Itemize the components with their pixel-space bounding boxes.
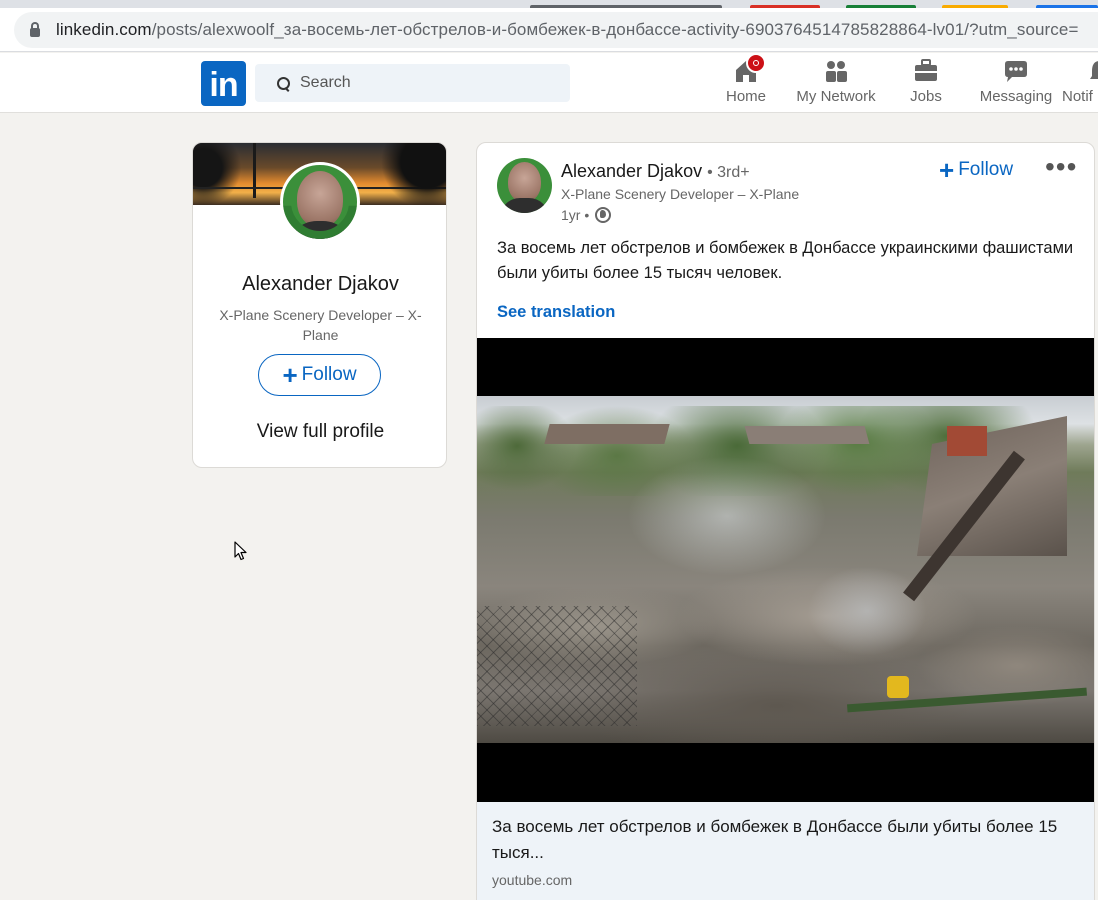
avatar-shirt [500, 198, 549, 213]
home-icon [732, 53, 766, 85]
scene-roof [544, 424, 670, 444]
cover-bridge-tower [253, 143, 256, 198]
nav-item-label: Messaging [979, 88, 1053, 105]
nav-item-my-network[interactable]: My Network [792, 57, 880, 109]
profile-name[interactable]: Alexander Djakov [193, 273, 446, 296]
nav-item-messaging[interactable]: Messaging [978, 57, 1054, 109]
nav-item-label: My Network [796, 88, 876, 105]
profile-follow-button[interactable]: + Follow [258, 354, 381, 396]
profile-headline: X-Plane Scenery Developer – X-Plane [219, 307, 422, 343]
scene-smoke [807, 566, 927, 656]
briefcase-icon [912, 57, 940, 85]
messaging-icon [1002, 57, 1030, 85]
follow-label: Follow [301, 364, 357, 385]
search-box[interactable] [255, 64, 570, 102]
thumbnail-image [477, 396, 1094, 743]
connection-degree: • 3rd+ [707, 164, 750, 181]
scene-bucket [887, 676, 909, 698]
view-full-profile-link[interactable]: View full profile [193, 421, 446, 443]
link-preview-title[interactable]: За восемь лет обстрелов и бомбежек в Дон… [492, 814, 1082, 866]
nav-item-jobs[interactable]: Jobs [903, 57, 949, 109]
plus-icon: + [939, 155, 955, 185]
video-thumbnail[interactable] [477, 338, 1094, 802]
url-path: /posts/alexwoolf_за-восемь-лет-обстрелов… [151, 20, 1079, 39]
post-timestamp: 1yr • [561, 207, 612, 223]
see-translation-link[interactable]: See translation [497, 303, 615, 322]
globe-icon [595, 207, 612, 223]
mouse-cursor-icon [234, 541, 247, 561]
post-text: За восемь лет обстрелов и бомбежек в Дон… [497, 239, 1074, 282]
cover-trees-right [378, 143, 446, 205]
plus-icon: + [282, 360, 298, 390]
more-options-icon[interactable]: ••• [1045, 153, 1077, 181]
scene-smoke [627, 456, 827, 576]
nav-item-label: Notif [1062, 88, 1093, 105]
profile-card: Alexander Djakov X-Plane Scenery Develop… [192, 142, 447, 468]
post-follow-button[interactable]: + Follow [939, 156, 1013, 184]
url-omnibox[interactable]: linkedin.com/posts/alexwoolf_за-восемь-л… [14, 12, 1098, 48]
search-input[interactable] [300, 74, 550, 92]
author-avatar[interactable] [497, 158, 552, 213]
lock-icon[interactable] [30, 22, 40, 37]
search-icon [277, 76, 290, 90]
top-nav: in Home My Network Jobs Messaging Notif [0, 53, 1098, 113]
notification-badge [746, 53, 766, 73]
nav-item-label: Home [725, 88, 766, 105]
post-age: 1yr • [561, 207, 590, 223]
follow-label: Follow [958, 159, 1014, 180]
network-icon [822, 57, 850, 85]
author-headline: X-Plane Scenery Developer – X-Plane [561, 186, 800, 202]
scene-brick [947, 426, 987, 456]
link-preview[interactable]: За восемь лет обстрелов и бомбежек в Дон… [477, 802, 1094, 900]
profile-avatar[interactable] [280, 162, 360, 242]
author-name-line[interactable]: Alexander Djakov • 3rd+ [561, 161, 750, 182]
avatar-face [508, 162, 541, 202]
nav-item-notifications[interactable]: Notif [1062, 57, 1098, 109]
author-name[interactable]: Alexander Djakov [561, 161, 702, 181]
linkedin-logo-icon[interactable]: in [201, 61, 246, 106]
browser-address-bar: linkedin.com/posts/alexwoolf_за-восемь-л… [0, 8, 1098, 52]
nav-item-label: Jobs [910, 88, 942, 105]
post-card: Alexander Djakov • 3rd+ X-Plane Scenery … [476, 142, 1095, 900]
link-preview-source: youtube.com [492, 872, 573, 888]
bell-icon [1086, 57, 1098, 85]
browser-tabstrip [0, 0, 1098, 8]
url-text[interactable]: linkedin.com/posts/alexwoolf_за-восемь-л… [56, 20, 1079, 40]
scene-fence [477, 606, 637, 726]
url-host: linkedin.com [56, 20, 152, 39]
cover-trees-left [193, 143, 243, 205]
nav-item-home[interactable]: Home [720, 53, 772, 109]
scene-roof [744, 426, 870, 444]
